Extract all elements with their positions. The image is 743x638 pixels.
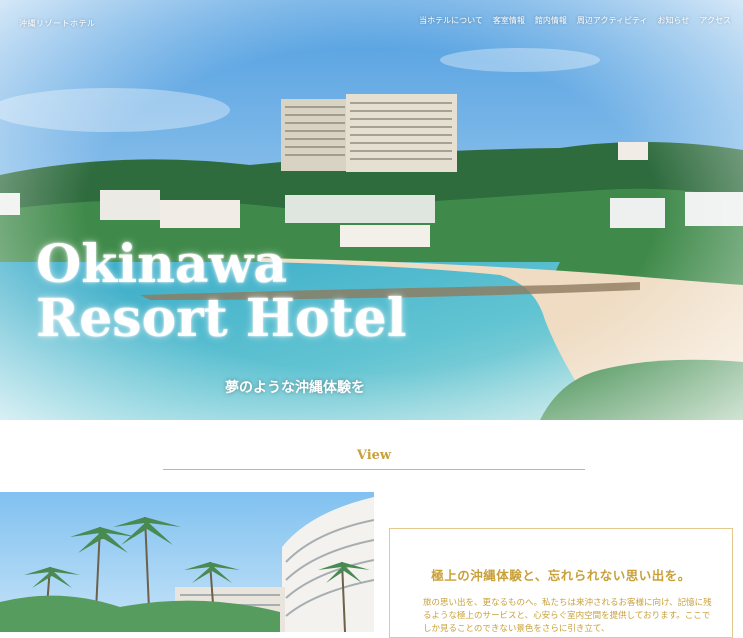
view-card-body: 旅の思い出を、更なるものへ。私たちは来沖されるお客様に向け、記憶に残るような極上… (423, 598, 712, 634)
site-logo[interactable]: 沖縄リゾートホテル (19, 18, 96, 29)
nav-item-rooms[interactable]: 客室情報 (493, 15, 525, 26)
hero-title-line2: Resort Hotel (36, 288, 407, 349)
nav-item-about[interactable]: 当ホテルについて (419, 15, 483, 26)
hero-image (0, 0, 743, 420)
view-card-title: 極上の沖縄体験と、忘れられない思い出を。 (431, 568, 691, 583)
view-photo (0, 492, 374, 632)
hero: 沖縄リゾートホテル 当ホテルについて 客室情報 館内情報 周辺アクティビティ お… (0, 0, 743, 420)
nav-item-access[interactable]: アクセス (699, 15, 731, 26)
nav-item-facilities[interactable]: 館内情報 (535, 15, 567, 26)
nav-item-activities[interactable]: 周辺アクティビティ (577, 15, 648, 26)
section-heading-view: View (356, 448, 392, 463)
resort-photo-image (0, 492, 374, 632)
view-info-card: 極上の沖縄体験と、忘れられない思い出を。 旅の思い出を、更なるものへ。私たちは来… (389, 528, 733, 638)
hero-subtitle: 夢のような沖縄体験を (225, 380, 365, 396)
hero-title-line1: Okinawa (36, 234, 288, 295)
main-nav: 当ホテルについて 客室情報 館内情報 周辺アクティビティ お知らせ アクセス (419, 15, 731, 26)
hero-title: Okinawa Resort Hotel (36, 238, 406, 346)
nav-item-news[interactable]: お知らせ (658, 15, 690, 26)
section-divider (163, 469, 585, 470)
